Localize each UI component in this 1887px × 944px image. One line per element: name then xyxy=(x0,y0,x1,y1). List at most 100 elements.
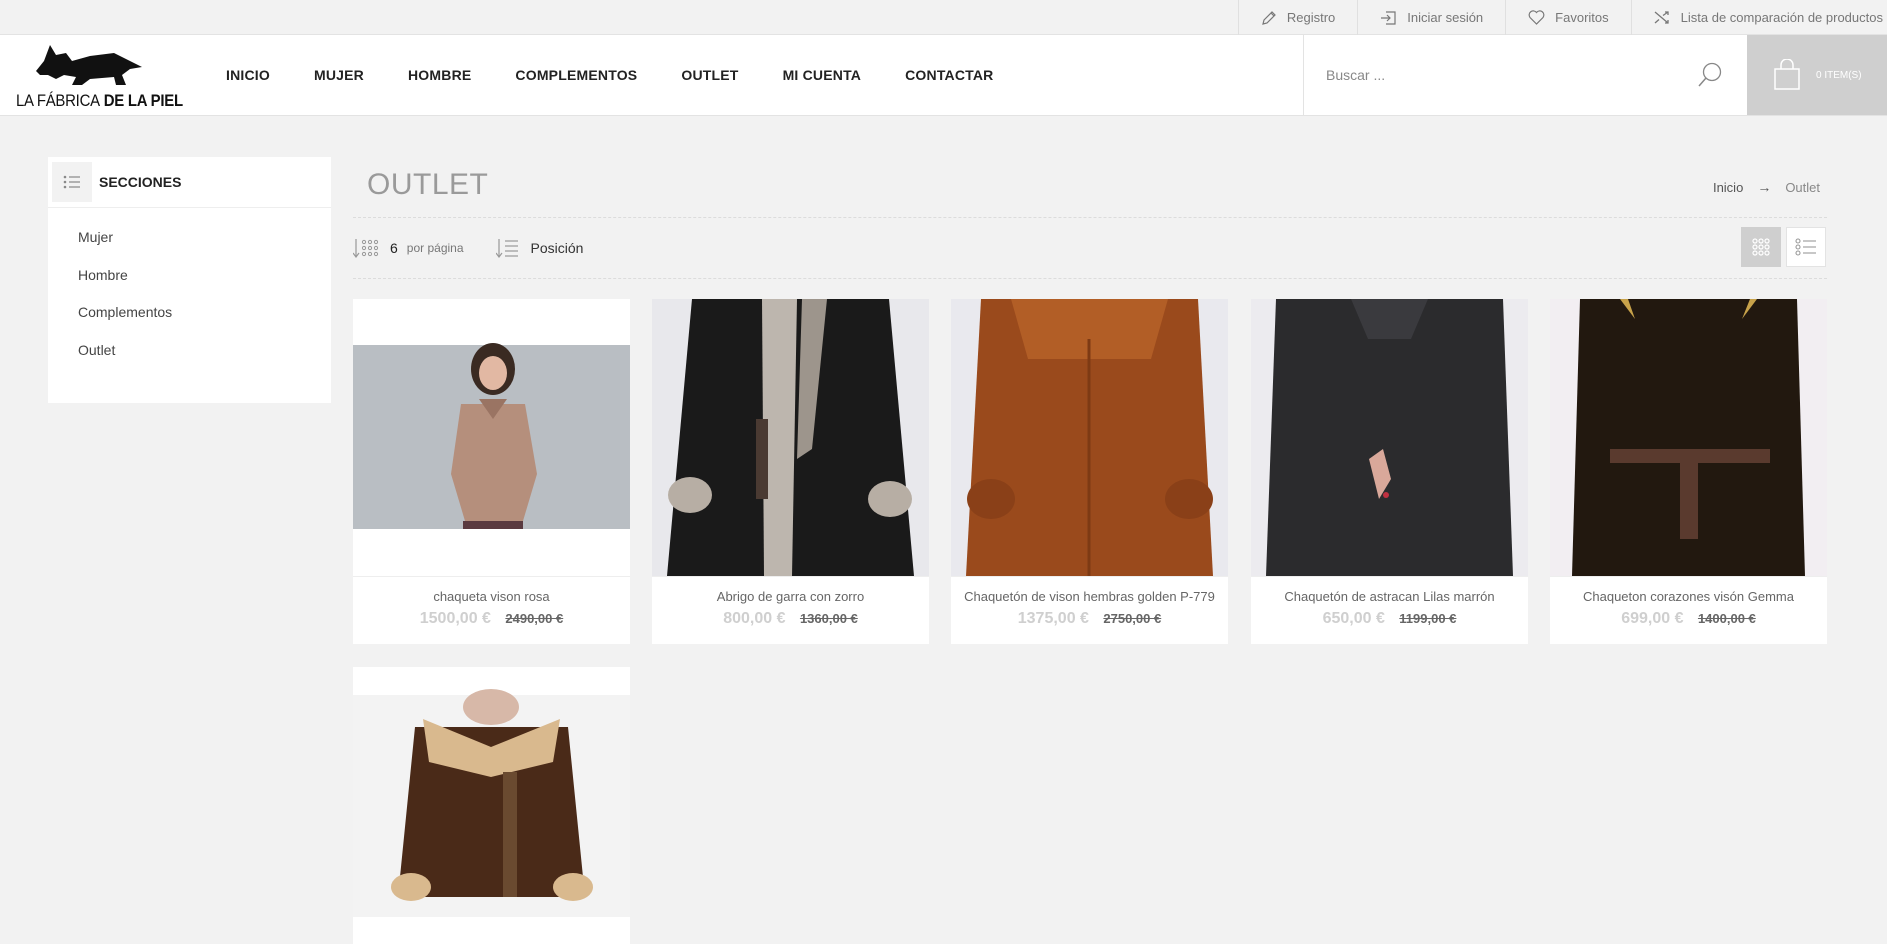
product-prices: 800,00 € 1360,00 € xyxy=(652,610,929,628)
listing-toolbar: 6 por página Posición xyxy=(353,234,583,262)
shopping-bag-icon xyxy=(1774,59,1800,90)
product-prices: 650,00 € 1199,00 € xyxy=(1251,610,1528,628)
product-info: Chaquetón de vison hembras golden P-779 … xyxy=(951,576,1228,644)
sort-by-select[interactable]: Posición xyxy=(531,240,584,256)
product-prices: 1375,00 € 2750,00 € xyxy=(951,610,1228,628)
nav-item-hombre[interactable]: HOMBRE xyxy=(408,67,471,83)
nav-item-inicio[interactable]: INICIO xyxy=(226,67,270,83)
grid-icon xyxy=(1752,238,1770,256)
pencil-icon xyxy=(1262,10,1276,25)
sidebar-item-outlet[interactable]: Outlet xyxy=(48,338,331,376)
page-title: OUTLET xyxy=(367,168,489,201)
product-prices: 1500,00 € 2490,00 € xyxy=(353,610,630,628)
heart-icon xyxy=(1528,10,1545,25)
product-info: Chaqueton corazones visón Gemma 699,00 €… xyxy=(1550,576,1827,644)
product-price: 1375,00 € xyxy=(1017,610,1089,627)
sections-sidebar: SECCIONES Mujer Hombre Complementos Outl… xyxy=(48,157,331,403)
product-name[interactable]: Abrigo de garra con zorro xyxy=(652,589,929,604)
sidebar-item-complementos[interactable]: Complementos xyxy=(48,300,331,338)
sidebar-item-hombre[interactable]: Hombre xyxy=(48,263,331,301)
sidebar-header: SECCIONES xyxy=(48,157,331,208)
divider xyxy=(353,278,1827,279)
product-name[interactable]: Chaquetón de vison hembras golden P-779 xyxy=(951,589,1228,604)
product-old-price: 1400,00 € xyxy=(1697,611,1756,626)
logo-text: LA FÁBRICA DE LA PIEL xyxy=(16,91,183,111)
nav-item-mi-cuenta[interactable]: MI CUENTA xyxy=(783,67,862,83)
logo-text-part1: LA FÁBRICA xyxy=(16,91,100,110)
product-old-price: 1199,00 € xyxy=(1399,611,1457,626)
cart-count: 0 ITEM(S) xyxy=(1816,70,1862,81)
product-price: 800,00 € xyxy=(723,610,786,627)
product-name[interactable]: Chaquetón de astracan Lilas marrón xyxy=(1251,589,1528,604)
sort-icon xyxy=(495,239,518,258)
sidebar-list: Mujer Hombre Complementos Outlet xyxy=(48,208,331,375)
compare-label: Lista de comparación de productos xyxy=(1680,10,1883,25)
product-card[interactable] xyxy=(353,667,630,944)
sidebar-item-mujer[interactable]: Mujer xyxy=(48,225,331,263)
product-price: 1500,00 € xyxy=(419,610,491,627)
product-photo xyxy=(1550,299,1827,576)
per-page-icon xyxy=(353,239,379,258)
logo-text-part2: DE LA PIEL xyxy=(103,91,183,110)
sign-in-icon xyxy=(1381,10,1396,25)
breadcrumb-current: Outlet xyxy=(1785,179,1820,195)
product-price: 699,00 € xyxy=(1621,610,1684,627)
search-input[interactable] xyxy=(1326,61,1656,89)
account-links: Registro Iniciar sesión Favoritos Lista … xyxy=(1237,0,1887,35)
site-logo[interactable]: LA FÁBRICA DE LA PIEL xyxy=(16,39,183,115)
breadcrumb: Inicio → Outlet xyxy=(1713,179,1820,195)
main-header: LA FÁBRICA DE LA PIEL INICIO MUJER HOMBR… xyxy=(0,35,1887,116)
product-card[interactable]: Chaquetón de astracan Lilas marrón 650,0… xyxy=(1251,299,1528,644)
favorites-label: Favoritos xyxy=(1555,10,1609,25)
product-image[interactable] xyxy=(951,299,1228,576)
register-link[interactable]: Registro xyxy=(1237,0,1357,35)
breadcrumb-arrow: → xyxy=(1757,179,1772,195)
view-mode-switch xyxy=(1741,227,1826,267)
grid-view-button[interactable] xyxy=(1741,227,1781,267)
product-photo xyxy=(951,299,1228,576)
product-photo xyxy=(1251,299,1528,576)
product-image[interactable] xyxy=(353,667,630,944)
nav-item-mujer[interactable]: MUJER xyxy=(314,67,364,83)
cart-button[interactable]: 0 ITEM(S) xyxy=(1747,35,1887,115)
per-page-label: por página xyxy=(406,241,464,255)
login-link[interactable]: Iniciar sesión xyxy=(1357,0,1505,35)
main-nav: INICIO MUJER HOMBRE COMPLEMENTOS OUTLET … xyxy=(226,35,1038,115)
list-view-button[interactable] xyxy=(1786,227,1826,267)
nav-item-contactar[interactable]: CONTACTAR xyxy=(905,67,993,83)
product-card[interactable]: Abrigo de garra con zorro 800,00 € 1360,… xyxy=(652,299,929,644)
favorites-link[interactable]: Favoritos xyxy=(1505,0,1630,35)
login-label: Iniciar sesión xyxy=(1407,10,1484,25)
nav-item-outlet[interactable]: OUTLET xyxy=(681,67,738,83)
product-image[interactable] xyxy=(353,299,630,576)
nav-item-complementos[interactable]: COMPLEMENTOS xyxy=(515,67,637,83)
product-card[interactable]: Chaquetón de vison hembras golden P-779 … xyxy=(951,299,1228,644)
product-photo xyxy=(652,299,929,576)
list-view-icon xyxy=(1795,238,1816,256)
product-info: chaqueta vison rosa 1500,00 € 2490,00 € xyxy=(353,576,630,644)
product-image[interactable] xyxy=(1251,299,1528,576)
product-image[interactable] xyxy=(1550,299,1827,576)
product-prices: 699,00 € 1400,00 € xyxy=(1550,610,1827,628)
product-name[interactable]: chaqueta vison rosa xyxy=(353,589,630,604)
product-photo xyxy=(353,689,630,917)
per-page-select[interactable]: 6 xyxy=(390,240,398,256)
compare-link[interactable]: Lista de comparación de productos xyxy=(1630,0,1887,35)
product-image[interactable] xyxy=(652,299,929,576)
search-icon[interactable] xyxy=(1696,61,1724,89)
product-price: 650,00 € xyxy=(1322,610,1385,627)
product-card[interactable]: chaqueta vison rosa 1500,00 € 2490,00 € xyxy=(353,299,630,644)
product-card[interactable]: Chaqueton corazones visón Gemma 699,00 €… xyxy=(1550,299,1827,644)
product-old-price: 2490,00 € xyxy=(505,611,564,626)
search-box xyxy=(1303,35,1747,115)
product-info: Chaquetón de astracan Lilas marrón 650,0… xyxy=(1251,576,1528,644)
fox-logo-icon xyxy=(36,45,142,85)
product-info: Abrigo de garra con zorro 800,00 € 1360,… xyxy=(652,576,929,644)
list-icon xyxy=(52,162,92,202)
breadcrumb-home[interactable]: Inicio xyxy=(1713,180,1743,195)
sidebar-title: SECCIONES xyxy=(99,174,182,190)
register-label: Registro xyxy=(1286,10,1336,25)
shuffle-icon xyxy=(1654,11,1669,24)
product-name[interactable]: Chaqueton corazones visón Gemma xyxy=(1550,589,1827,604)
product-photo xyxy=(353,343,630,529)
